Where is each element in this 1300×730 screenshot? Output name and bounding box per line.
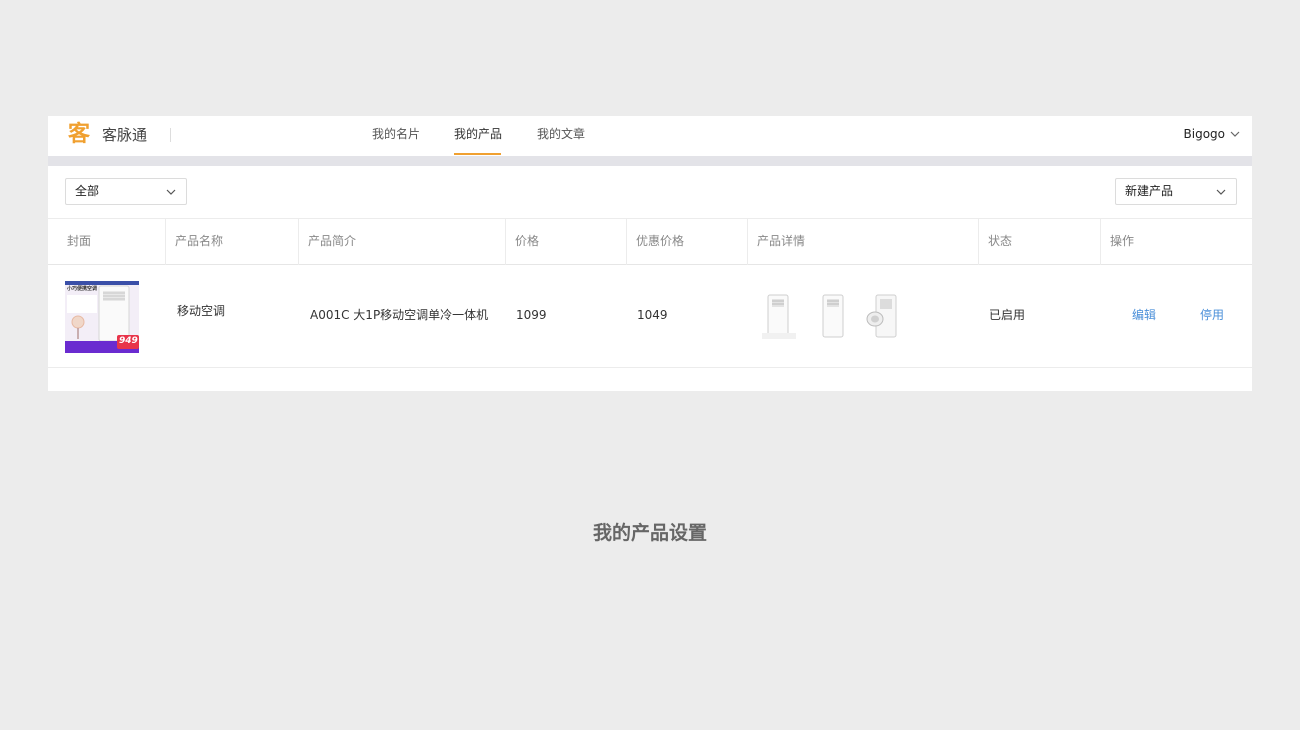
table-row: 小巧便携空调 949 移动空调 A001C 大1P移动空调单冷一体机 1099 … [48, 265, 1252, 368]
column-header-details: 产品详情 [748, 219, 979, 265]
product-discount-price: 1049 [637, 308, 668, 322]
table-header: 封面 产品名称 产品简介 价格 优惠价格 产品详情 状态 操作 [48, 218, 1252, 265]
logo-icon: 客 [67, 122, 90, 147]
app-name: 客脉通 [102, 126, 148, 144]
logo-divider [170, 128, 171, 142]
product-table: 封面 产品名称 产品简介 价格 优惠价格 产品详情 状态 操作 小巧便携空调 9… [48, 218, 1252, 368]
cover-price-badge: 949 [119, 336, 138, 346]
new-product-dropdown[interactable]: 新建产品 [1115, 178, 1237, 205]
detail-image-2[interactable] [816, 293, 850, 339]
column-header-discount-price: 优惠价格 [627, 219, 748, 265]
nav-my-products[interactable]: 我的产品 [454, 126, 502, 142]
chevron-down-icon [1216, 189, 1226, 195]
new-product-label: 新建产品 [1125, 184, 1174, 198]
product-name: 移动空调 [177, 304, 226, 318]
detail-image-1[interactable] [762, 293, 796, 339]
product-panel: 客 客脉通 我的名片 我的产品 我的文章 Bigogo 全部 新建产品 封面 产… [48, 116, 1252, 391]
header-separator [48, 156, 1252, 166]
nav-my-card[interactable]: 我的名片 [372, 126, 420, 142]
chevron-down-icon [166, 189, 176, 195]
product-status: 已启用 [989, 308, 1026, 322]
detail-image-3[interactable] [866, 293, 900, 339]
column-header-summary: 产品简介 [299, 219, 506, 265]
column-header-status: 状态 [979, 219, 1101, 265]
user-name: Bigogo [1183, 127, 1225, 141]
nav-my-articles[interactable]: 我的文章 [537, 126, 585, 142]
product-cover-image[interactable]: 小巧便携空调 949 [65, 281, 139, 353]
column-header-actions: 操作 [1110, 234, 1135, 248]
chevron-down-icon [1230, 131, 1240, 137]
active-nav-indicator [454, 153, 501, 155]
disable-link[interactable]: 停用 [1200, 307, 1224, 323]
edit-link[interactable]: 编辑 [1132, 307, 1156, 323]
column-header-name: 产品名称 [166, 219, 299, 265]
column-header-price: 价格 [506, 219, 627, 265]
cover-headline: 小巧便携空调 [67, 286, 98, 292]
top-bar: 客 客脉通 我的名片 我的产品 我的文章 Bigogo [48, 116, 1252, 156]
user-menu[interactable]: Bigogo [1184, 126, 1240, 142]
product-price: 1099 [516, 308, 547, 322]
category-select[interactable]: 全部 [65, 178, 187, 205]
category-select-value: 全部 [75, 184, 100, 198]
product-summary: A001C 大1P移动空调单冷一体机 [310, 308, 489, 322]
page-caption: 我的产品设置 [592, 522, 707, 544]
column-header-cover: 封面 [58, 219, 166, 265]
